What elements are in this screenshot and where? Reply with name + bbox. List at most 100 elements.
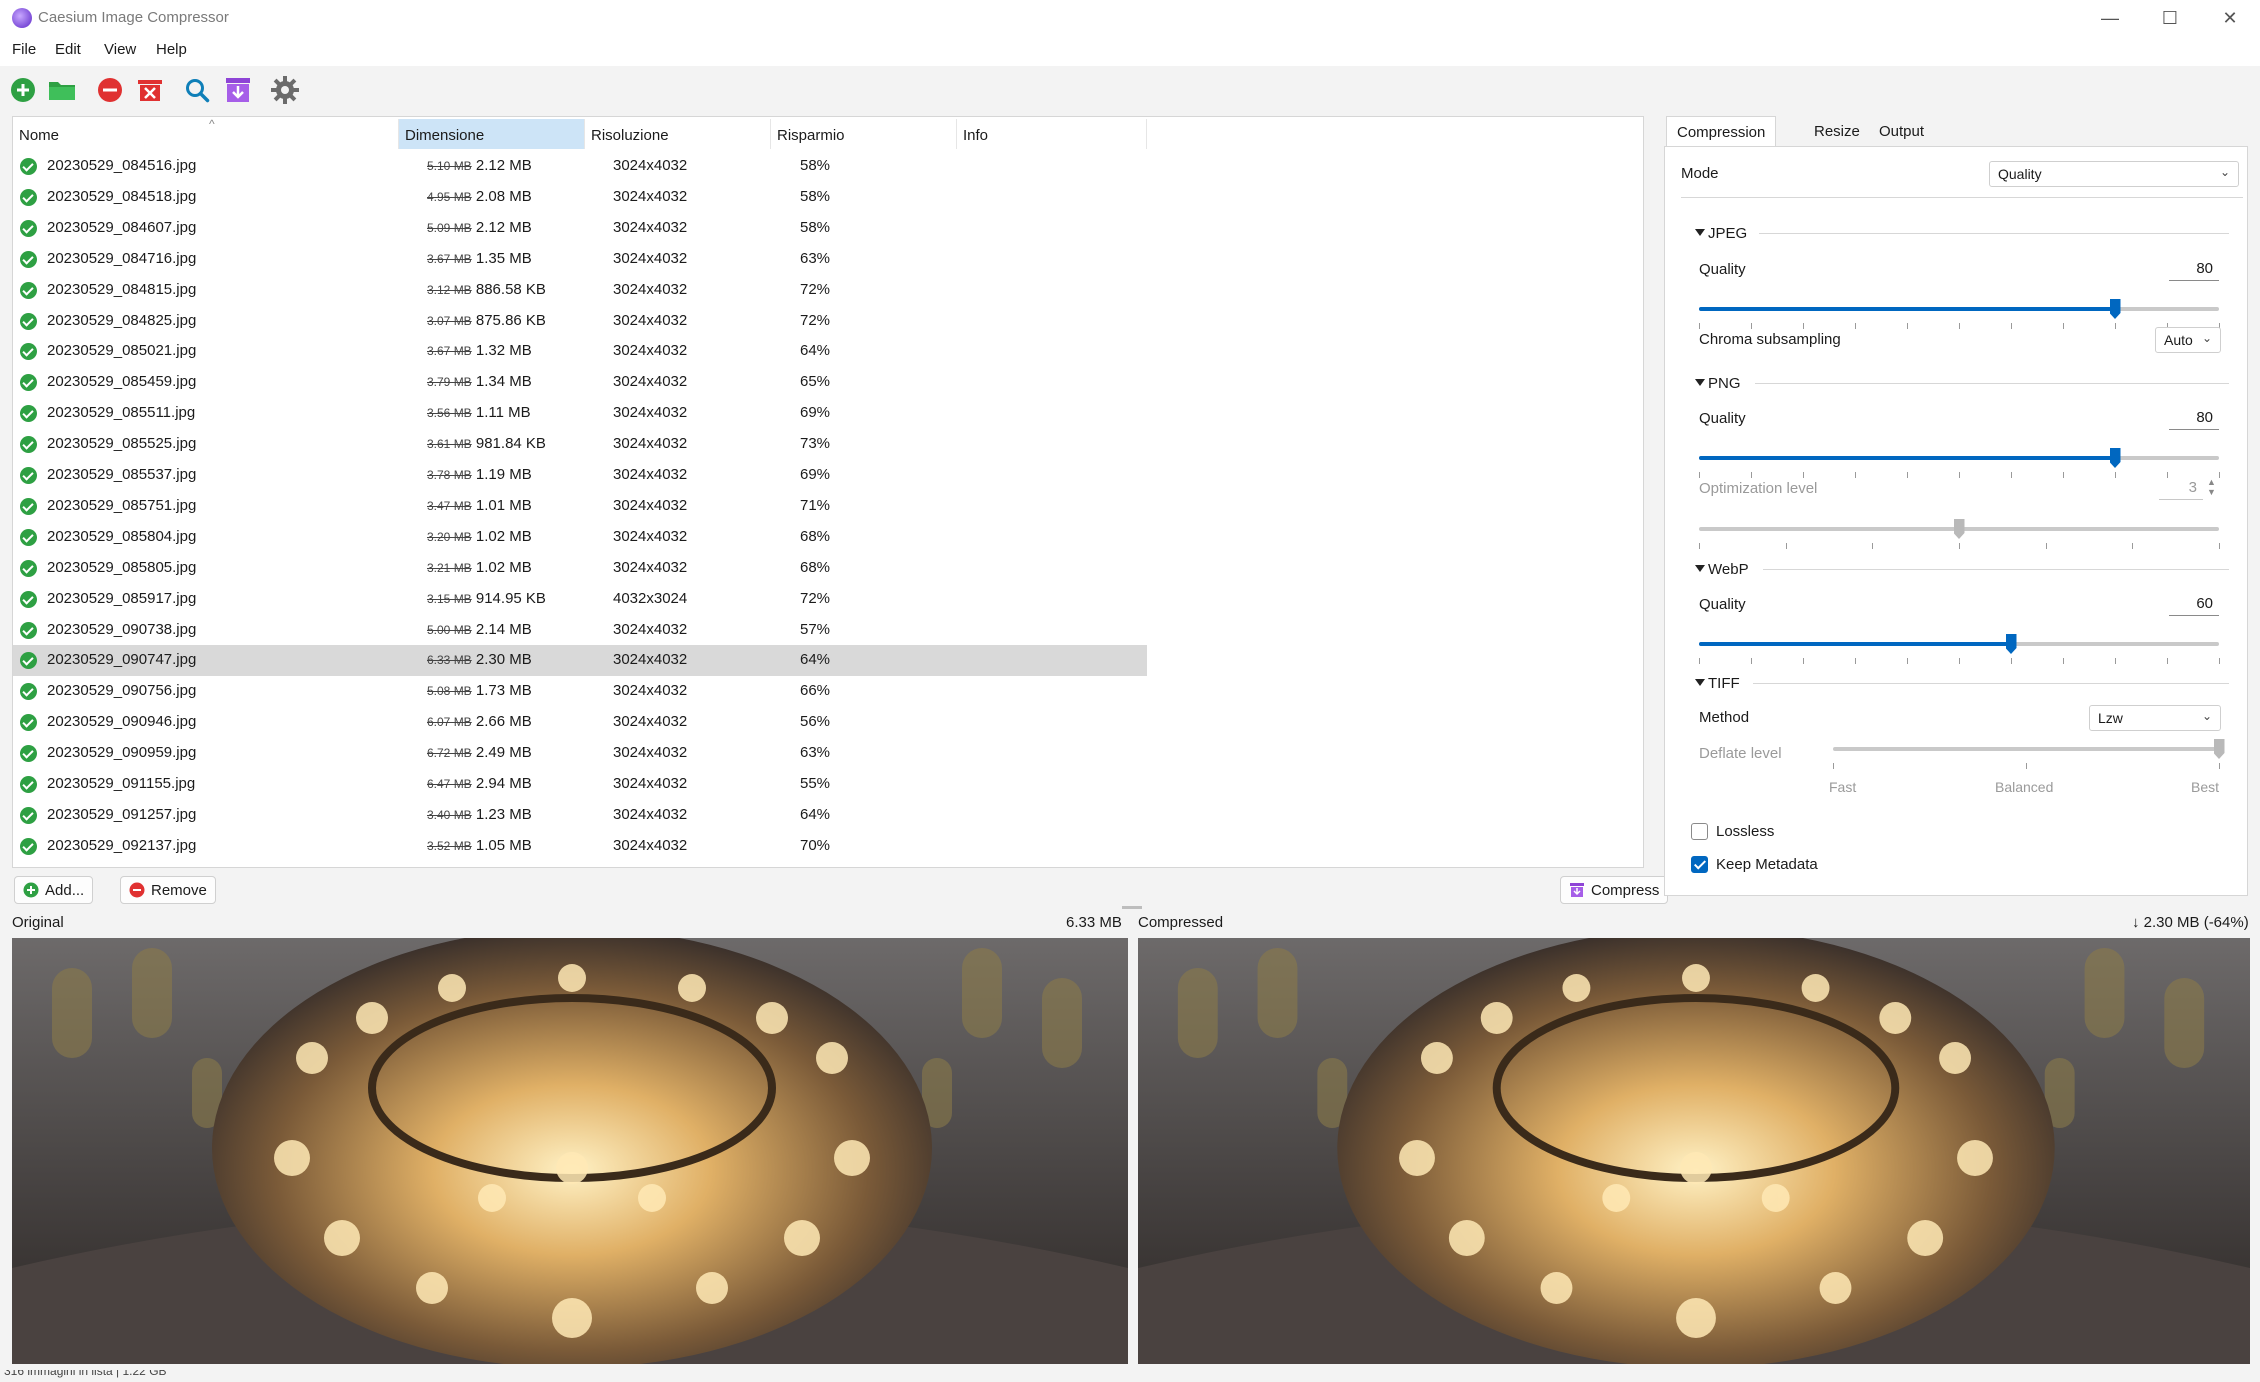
add-button[interactable]: Add... [14, 876, 94, 904]
jpeg-quality-input[interactable]: 80 [2169, 257, 2219, 281]
original-size: 3.40 MB [427, 807, 472, 822]
slider-tick [2026, 763, 2027, 769]
status-bar: 316 immagini in lista | 1.22 GB [0, 1370, 2260, 1382]
file-resolution: 3024x4032 [613, 187, 688, 205]
compress-button[interactable]: Compress [1560, 876, 1669, 904]
tiff-section-toggle[interactable]: TIFF [1695, 675, 1740, 692]
add-icon[interactable] [7, 74, 39, 106]
slider-thumb[interactable] [2005, 634, 2017, 654]
folder-open-icon[interactable] [46, 74, 78, 106]
original-image-preview[interactable] [12, 938, 1128, 1364]
compressed-size: 1.34 MB [475, 373, 532, 391]
remove-icon[interactable] [94, 74, 126, 106]
file-list-table[interactable]: ^ Nome Dimensione Risoluzione Risparmio … [12, 116, 1644, 868]
jpeg-quality-slider[interactable] [1699, 299, 2220, 329]
optimization-level-slider[interactable] [1699, 519, 2220, 549]
table-row[interactable]: 20230529_085537.jpg 3.78 MB 1.19 MB 3024x4… [13, 460, 1147, 491]
tab-output[interactable]: Output [1869, 116, 1934, 146]
slider-tick [1855, 472, 1856, 478]
table-row[interactable]: 20230529_091257.jpg 3.40 MB 1.23 MB 3024x4… [13, 800, 1147, 831]
png-quality-input[interactable]: 80 [2169, 406, 2219, 430]
table-row[interactable]: 20230529_085805.jpg 3.21 MB 1.02 MB 3024x4… [13, 553, 1147, 584]
webp-quality-slider[interactable] [1699, 634, 2220, 664]
file-name: 20230529_090747.jpg [47, 651, 197, 669]
chevron-down-icon: ⌄ [2219, 165, 2230, 179]
compressed-size: 981.84 KB [475, 435, 546, 453]
compress-icon[interactable] [222, 74, 254, 106]
slider-thumb[interactable] [2213, 739, 2225, 759]
jpeg-section-toggle[interactable]: JPEG [1695, 225, 1747, 242]
table-row[interactable]: 20230529_084516.jpg 5.10 MB 2.12 MB 3024x4… [13, 151, 1147, 182]
remove-button[interactable]: Remove [120, 876, 216, 904]
webp-quality-label: Quality [1699, 596, 1746, 613]
optimization-level-input[interactable]: 3 [2159, 476, 2203, 500]
table-row[interactable]: 20230529_090959.jpg 6.72 MB 2.49 MB 3024x4… [13, 738, 1147, 769]
chroma-subsampling-select[interactable]: Auto ⌄ [2155, 327, 2221, 353]
table-row[interactable]: 20230529_084815.jpg 3.12 MB 886.58 KB 3024… [13, 275, 1147, 306]
column-header-resolution[interactable]: Risoluzione [585, 119, 771, 149]
mode-select[interactable]: Quality ⌄ [1989, 161, 2239, 187]
slider-tick [1872, 543, 1874, 549]
window-title: Caesium Image Compressor [38, 9, 229, 26]
webp-section-toggle[interactable]: WebP [1695, 561, 1749, 578]
png-section-toggle[interactable]: PNG [1695, 375, 1741, 392]
column-header-size[interactable]: Dimensione [399, 119, 585, 149]
search-icon[interactable] [181, 74, 213, 106]
file-resolution: 3024x4032 [613, 651, 688, 669]
file-size: 3.21 MB 1.02 MB [427, 559, 532, 576]
tab-resize[interactable]: Resize [1804, 116, 1870, 146]
tiff-method-value: Lzw [2098, 710, 2123, 726]
table-row[interactable]: 20230529_090756.jpg 5.08 MB 1.73 MB 3024x4… [13, 676, 1147, 707]
menu-edit[interactable]: Edit [55, 41, 81, 58]
column-header-name[interactable]: Nome [13, 119, 399, 149]
slider-thumb[interactable] [2109, 299, 2121, 319]
table-row[interactable]: 20230529_085917.jpg 3.15 MB 914.95 KB 4032… [13, 584, 1147, 615]
table-row[interactable]: 20230529_084518.jpg 4.95 MB 2.08 MB 3024x4… [13, 182, 1147, 213]
file-name: 20230529_084716.jpg [47, 249, 197, 267]
webp-quality-input[interactable]: 60 [2169, 592, 2219, 616]
table-row[interactable]: 20230529_090747.jpg 6.33 MB 2.30 MB 3024x4… [13, 645, 1147, 677]
table-row[interactable]: 20230529_085459.jpg 3.79 MB 1.34 MB 3024x4… [13, 367, 1147, 398]
table-row[interactable]: 20230529_085751.jpg 3.47 MB 1.01 MB 3024x4… [13, 491, 1147, 522]
column-header-saving[interactable]: Risparmio [771, 119, 957, 149]
lossless-checkbox[interactable] [1691, 823, 1708, 840]
table-row[interactable]: 20230529_085525.jpg 3.61 MB 981.84 KB 3024… [13, 429, 1147, 460]
file-size: 6.33 MB 2.30 MB [427, 651, 532, 668]
table-row[interactable]: 20230529_090946.jpg 6.07 MB 2.66 MB 3024x4… [13, 707, 1147, 738]
tab-compression[interactable]: Compression [1666, 116, 1777, 146]
divider [1763, 569, 2229, 570]
deflate-level-slider[interactable] [1833, 739, 2225, 769]
compressed-image-preview[interactable] [1138, 938, 2250, 1364]
horizontal-splitter-handle[interactable] [1122, 906, 1142, 909]
minimize-icon[interactable]: — [2080, 2, 2140, 34]
keep-metadata-option[interactable]: Keep Metadata [1691, 856, 1818, 873]
menu-file[interactable]: File [12, 41, 36, 58]
tiff-method-select[interactable]: Lzw ⌄ [2089, 705, 2221, 731]
slider-thumb[interactable] [2109, 448, 2121, 468]
table-row[interactable]: 20230529_085804.jpg 3.20 MB 1.02 MB 3024x4… [13, 522, 1147, 553]
table-row[interactable]: 20230529_084825.jpg 3.07 MB 875.86 KB 3024… [13, 306, 1147, 337]
table-row[interactable]: 20230529_084607.jpg 5.09 MB 2.12 MB 3024x4… [13, 213, 1147, 244]
slider-thumb[interactable] [1953, 519, 1965, 539]
lossless-option[interactable]: Lossless [1691, 823, 1774, 840]
column-header-info[interactable]: Info [957, 119, 1147, 149]
table-row[interactable]: 20230529_084716.jpg 3.67 MB 1.35 MB 3024x4… [13, 244, 1147, 275]
table-row[interactable]: 20230529_085021.jpg 3.67 MB 1.32 MB 3024x4… [13, 336, 1147, 367]
maximize-icon[interactable]: ☐ [2140, 2, 2200, 34]
table-row[interactable]: 20230529_091155.jpg 6.47 MB 2.94 MB 3024x4… [13, 769, 1147, 800]
table-row[interactable]: 20230529_085511.jpg 3.56 MB 1.11 MB 3024x4… [13, 398, 1147, 429]
png-quality-slider[interactable] [1699, 448, 2220, 478]
compressed-size: 1.32 MB [475, 342, 532, 360]
table-row[interactable]: 20230529_092137.jpg 3.52 MB 1.05 MB 3024x4… [13, 831, 1147, 862]
slider-tick [1907, 658, 1908, 664]
close-icon[interactable]: ✕ [2200, 2, 2260, 34]
spinner-arrows-icon[interactable]: ▲ ▼ [2207, 477, 2216, 497]
clear-list-icon[interactable] [134, 74, 166, 106]
file-saving: 55% [800, 775, 831, 792]
menu-help[interactable]: Help [156, 41, 187, 58]
settings-icon[interactable] [269, 74, 301, 106]
table-row[interactable]: 20230529_090738.jpg 5.00 MB 2.14 MB 3024x4… [13, 615, 1147, 646]
keep-metadata-checkbox[interactable] [1691, 856, 1708, 873]
original-size: 6.47 MB [427, 777, 472, 791]
menu-view[interactable]: View [104, 41, 136, 58]
